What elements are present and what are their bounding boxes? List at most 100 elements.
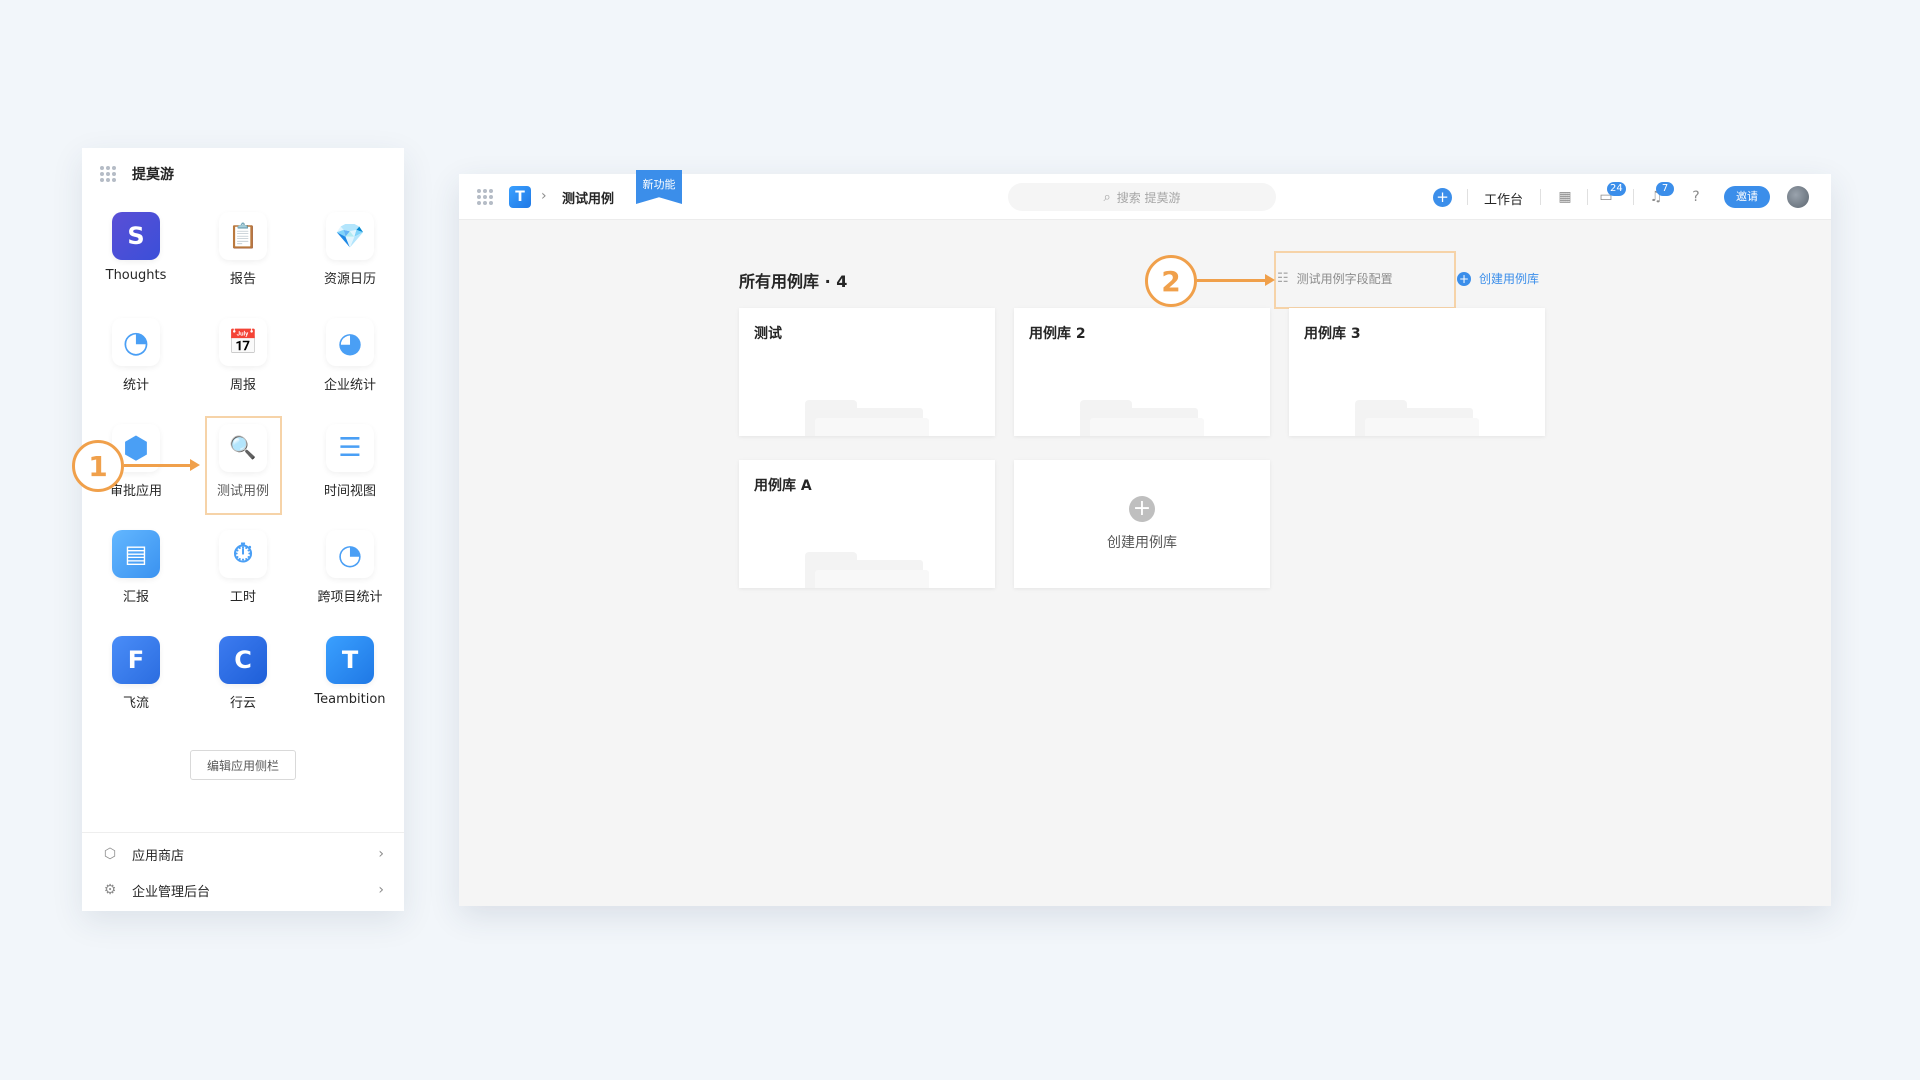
library-card-title: 用例库 A bbox=[754, 478, 812, 494]
help-icon[interactable]: ? bbox=[1686, 187, 1706, 207]
app-item-teambition[interactable]: T Teambition bbox=[304, 628, 396, 734]
app-store-label: 应用商店 bbox=[132, 848, 185, 864]
library-card[interactable]: 用例库 A bbox=[739, 460, 995, 588]
app-item-work-hours[interactable]: ⏱ 工时 bbox=[197, 522, 289, 628]
panel-divider bbox=[82, 832, 404, 833]
toolbar-divider bbox=[1633, 189, 1634, 205]
app-label: 行云 bbox=[229, 696, 256, 711]
enterprise-stats-icon: ◕ bbox=[326, 318, 374, 366]
test-case-icon: 🔍 bbox=[219, 424, 267, 472]
create-library-card[interactable]: + 创建用例库 bbox=[1014, 460, 1270, 588]
app-item-weekly-report[interactable]: 📅 周报 bbox=[197, 310, 289, 416]
toolbar-divider bbox=[1587, 189, 1588, 205]
calendar-icon[interactable]: ▦ bbox=[1555, 187, 1575, 207]
folder-icon bbox=[1355, 400, 1479, 436]
test-case-field-config-button[interactable]: ☷ 测试用例字段配置 bbox=[1277, 270, 1393, 287]
app-store-link[interactable]: ⬡ 应用商店 › bbox=[102, 841, 384, 867]
apps-grid-icon[interactable] bbox=[477, 189, 493, 205]
app-label: 汇报 bbox=[122, 590, 149, 605]
chevron-right-icon: › bbox=[378, 882, 384, 898]
library-card[interactable]: 用例库 2 bbox=[1014, 308, 1270, 436]
app-label: 周报 bbox=[229, 378, 256, 393]
field-config-icon: ☷ bbox=[1277, 271, 1289, 286]
new-feature-badge: 新功能 bbox=[636, 170, 682, 204]
app-label: 跨项目统计 bbox=[317, 590, 383, 605]
app-item-cross-project-stats[interactable]: ◔ 跨项目统计 bbox=[304, 522, 396, 628]
breadcrumb-title: 测试用例 bbox=[562, 192, 615, 207]
page-title: 所有用例库 · 4 bbox=[739, 272, 848, 291]
app-label: Thoughts bbox=[105, 268, 167, 283]
chevron-right-icon: › bbox=[378, 846, 384, 862]
plus-circle-icon: + bbox=[1129, 496, 1155, 522]
app-item-report[interactable]: 📋 报告 bbox=[197, 204, 289, 310]
weekly-report-icon: 📅 bbox=[219, 318, 267, 366]
notifications-count-badge: 7 bbox=[1656, 182, 1674, 196]
search-input[interactable]: ⌕ 搜索 提莫游 bbox=[1008, 183, 1276, 211]
panel-header: 提莫游 bbox=[100, 162, 174, 186]
app-label: 飞流 bbox=[122, 696, 149, 711]
app-grid: S Thoughts 📋 报告 💎 资源日历 ◔ 统计 📅 周报 ◕ 企业统计 … bbox=[90, 204, 396, 734]
stopwatch-icon: ⏱ bbox=[219, 530, 267, 578]
enterprise-admin-link[interactable]: ⚙ 企业管理后台 › bbox=[102, 877, 384, 903]
toolbar-divider bbox=[1540, 189, 1541, 205]
app-label: Teambition bbox=[314, 692, 386, 707]
app-item-enterprise-stats[interactable]: ◕ 企业统计 bbox=[304, 310, 396, 416]
app-label: 报告 bbox=[229, 272, 256, 287]
library-card-title: 用例库 3 bbox=[1304, 326, 1361, 342]
annotation-arrow-1 bbox=[124, 459, 200, 471]
app-item-timeline-view[interactable]: ☰ 时间视图 bbox=[304, 416, 396, 522]
diamond-icon: 💎 bbox=[326, 212, 374, 260]
app-label: 统计 bbox=[122, 378, 149, 393]
search-placeholder: 搜索 提莫游 bbox=[1116, 190, 1181, 205]
annotation-marker-1: 1 bbox=[72, 440, 124, 492]
library-card[interactable]: 用例库 3 bbox=[1289, 308, 1545, 436]
library-card-title: 测试 bbox=[754, 326, 782, 342]
folder-icon bbox=[805, 400, 929, 436]
create-library-link[interactable]: + 创建用例库 bbox=[1457, 270, 1539, 287]
app-item-xingyun[interactable]: C 行云 bbox=[197, 628, 289, 734]
edit-sidebar-button[interactable]: 编辑应用侧栏 bbox=[190, 750, 296, 780]
toolbar-divider bbox=[1467, 189, 1468, 205]
search-icon: ⌕ bbox=[1103, 189, 1111, 205]
teambition-logo-icon[interactable]: T bbox=[509, 186, 531, 208]
app-label: 企业统计 bbox=[323, 378, 376, 393]
box-icon: ⬡ bbox=[103, 846, 117, 862]
app-item-thoughts[interactable]: S Thoughts bbox=[90, 204, 182, 310]
add-button[interactable]: + bbox=[1433, 188, 1452, 207]
app-label: 时间视图 bbox=[323, 484, 376, 499]
app-item-statistics[interactable]: ◔ 统计 bbox=[90, 310, 182, 416]
messages-count-badge: 24 bbox=[1607, 182, 1626, 196]
create-library-card-label: 创建用例库 bbox=[1107, 535, 1177, 551]
xingyun-icon: C bbox=[219, 636, 267, 684]
avatar[interactable] bbox=[1787, 186, 1809, 208]
top-navigation-bar: T › 测试用例 新功能 ⌕ 搜索 提莫游 + 工作台 ▦ ▭ 24 ♫ 7 ?… bbox=[459, 170, 1831, 220]
field-config-label: 测试用例字段配置 bbox=[1296, 272, 1393, 286]
organization-title: 提莫游 bbox=[132, 167, 174, 183]
feiliu-icon: F bbox=[112, 636, 160, 684]
cross-project-stats-icon: ◔ bbox=[326, 530, 374, 578]
library-card[interactable]: 测试 bbox=[739, 308, 995, 436]
folder-icon bbox=[1080, 400, 1204, 436]
app-label: 工时 bbox=[229, 590, 256, 605]
timeline-icon: ☰ bbox=[326, 424, 374, 472]
annotation-marker-2: 2 bbox=[1145, 255, 1197, 307]
apps-grid-icon[interactable] bbox=[100, 166, 116, 182]
app-item-test-case[interactable]: 🔍 测试用例 bbox=[197, 416, 289, 522]
create-library-label: 创建用例库 bbox=[1479, 272, 1540, 286]
folder-icon bbox=[805, 552, 929, 588]
summary-report-icon: ▤ bbox=[112, 530, 160, 578]
invite-button[interactable]: 邀请 bbox=[1724, 186, 1770, 208]
breadcrumb-chevron-icon: › bbox=[541, 188, 547, 204]
thoughts-icon: S bbox=[112, 212, 160, 260]
app-item-resource-calendar[interactable]: 💎 资源日历 bbox=[304, 204, 396, 310]
library-card-title: 用例库 2 bbox=[1029, 326, 1086, 342]
app-label: 测试用例 bbox=[216, 484, 269, 499]
app-item-summary-report[interactable]: ▤ 汇报 bbox=[90, 522, 182, 628]
workbench-button[interactable]: 工作台 bbox=[1484, 189, 1523, 208]
app-item-feiliu[interactable]: F 飞流 bbox=[90, 628, 182, 734]
gear-icon: ⚙ bbox=[103, 882, 117, 898]
app-label: 资源日历 bbox=[323, 272, 376, 287]
report-icon: 📋 bbox=[219, 212, 267, 260]
pie-chart-icon: ◔ bbox=[112, 318, 160, 366]
app-sidebar-panel: 提莫游 S Thoughts 📋 报告 💎 资源日历 ◔ 统计 📅 周报 ◕ 企… bbox=[82, 148, 404, 911]
